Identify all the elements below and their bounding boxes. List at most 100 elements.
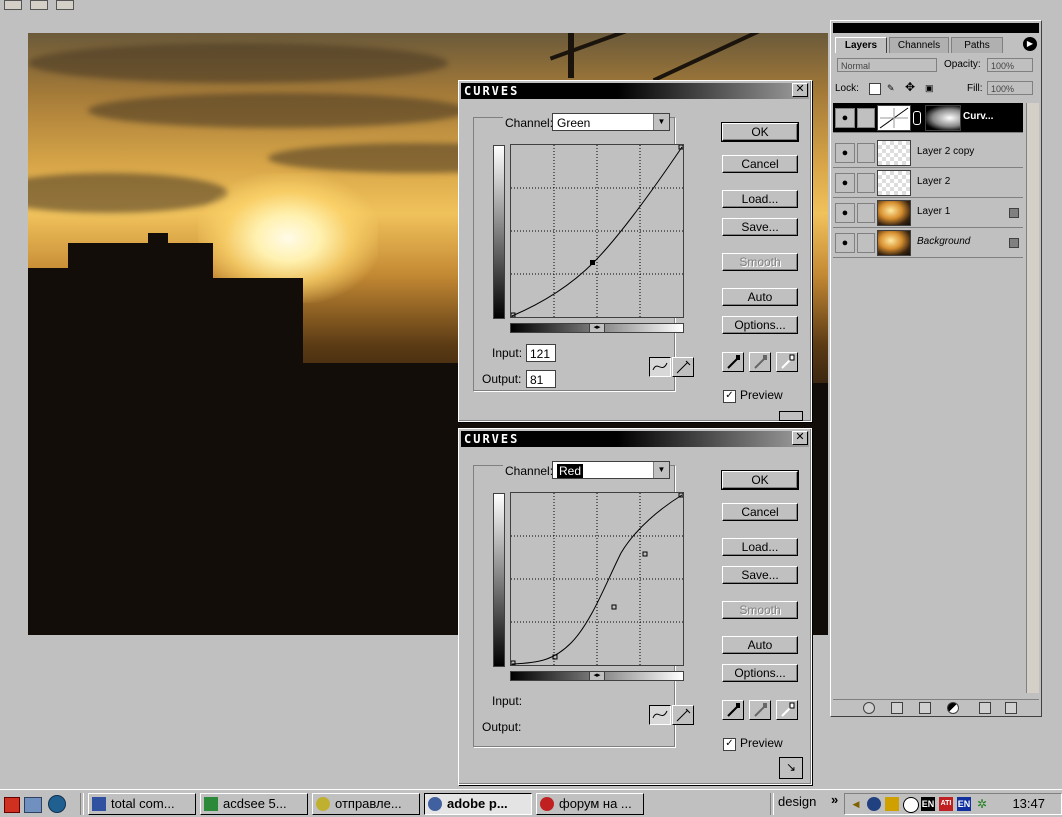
- layer-style-icon[interactable]: [863, 702, 875, 714]
- curve-tool-icon[interactable]: [649, 357, 671, 377]
- tray-app-icon[interactable]: [867, 797, 881, 811]
- new-layer-icon[interactable]: [979, 702, 991, 714]
- fill-field[interactable]: 100%: [987, 81, 1033, 95]
- eye-icon[interactable]: ●: [835, 143, 855, 163]
- chain-icon[interactable]: [913, 111, 921, 125]
- layer-row[interactable]: ● Background: [833, 228, 1023, 258]
- layer-row[interactable]: ● Layer 2 copy: [833, 138, 1023, 168]
- language-indicator[interactable]: EN: [921, 797, 935, 811]
- black-eyedropper-icon[interactable]: [722, 700, 744, 720]
- lock-move-icon[interactable]: ✥: [905, 81, 917, 93]
- channel-select[interactable]: Green ▼: [552, 113, 670, 131]
- pencil-tool-icon[interactable]: [672, 357, 694, 377]
- curve-svg: [510, 492, 684, 666]
- layers-scrollbar[interactable]: [1026, 103, 1039, 693]
- save-button[interactable]: Save...: [722, 566, 798, 584]
- trash-icon[interactable]: [1005, 702, 1017, 714]
- load-button[interactable]: Load...: [722, 190, 798, 208]
- window-icon[interactable]: [4, 0, 22, 10]
- mask-link-icon[interactable]: [857, 108, 875, 128]
- blend-mode-select[interactable]: Normal: [837, 58, 937, 72]
- gray-eyedropper-icon[interactable]: [749, 352, 771, 372]
- eye-icon[interactable]: ●: [835, 203, 855, 223]
- white-eyedropper-icon[interactable]: [776, 700, 798, 720]
- opacity-field[interactable]: 100%: [987, 58, 1033, 72]
- smooth-button[interactable]: Smooth: [722, 253, 798, 271]
- network-icon[interactable]: ✲: [975, 797, 989, 811]
- channel-select[interactable]: Red ▼: [552, 461, 670, 479]
- lock-all-icon[interactable]: ▣: [925, 83, 935, 93]
- add-mask-icon[interactable]: [891, 702, 903, 714]
- preview-checkbox[interactable]: ✓: [723, 390, 736, 403]
- new-set-icon[interactable]: [919, 702, 931, 714]
- tab-channels[interactable]: Channels: [889, 37, 949, 53]
- gradient-toggle-icon[interactable]: ◂▸: [589, 671, 605, 681]
- start-icon[interactable]: [4, 797, 20, 813]
- options-button[interactable]: Options...: [722, 664, 798, 682]
- gray-eyedropper-icon[interactable]: [749, 700, 771, 720]
- curve-graph[interactable]: [510, 144, 684, 318]
- lock-transparency-icon[interactable]: [869, 83, 881, 95]
- expand-icon[interactable]: [779, 411, 803, 421]
- output-field[interactable]: 81: [526, 370, 556, 388]
- toolbar-chevron-icon[interactable]: »: [831, 792, 838, 807]
- ok-button[interactable]: OK: [721, 122, 799, 142]
- brush-link-icon[interactable]: [857, 203, 875, 223]
- acdsee-icon: [204, 797, 218, 811]
- eye-icon[interactable]: ●: [835, 173, 855, 193]
- preview-checkbox[interactable]: ✓: [723, 738, 736, 751]
- palette-menu-icon[interactable]: ▶: [1023, 37, 1037, 51]
- layer-row[interactable]: ● Curv...: [833, 103, 1023, 133]
- brush-link-icon[interactable]: [857, 233, 875, 253]
- volume-icon[interactable]: ◀: [849, 797, 863, 811]
- close-button[interactable]: ✕: [792, 431, 808, 445]
- lock-paint-icon[interactable]: ✎: [887, 83, 897, 93]
- language-indicator[interactable]: EN: [957, 797, 971, 811]
- taskbar-item-acdsee[interactable]: acdsee 5...: [200, 793, 308, 815]
- clock[interactable]: 13:47: [1012, 796, 1045, 811]
- auto-button[interactable]: Auto: [722, 636, 798, 654]
- media-player-icon[interactable]: [48, 795, 66, 813]
- tray-app-icon[interactable]: [903, 797, 919, 813]
- close-button[interactable]: ✕: [792, 83, 808, 97]
- cancel-button[interactable]: Cancel: [722, 155, 798, 173]
- taskbar-item-photoshop[interactable]: adobe p...: [424, 793, 532, 815]
- white-eyedropper-icon[interactable]: [776, 352, 798, 372]
- input-field[interactable]: 121: [526, 344, 556, 362]
- gradient-toggle-icon[interactable]: ◂▸: [589, 323, 605, 333]
- tray-app-icon[interactable]: [885, 797, 899, 811]
- black-eyedropper-icon[interactable]: [722, 352, 744, 372]
- options-button[interactable]: Options...: [722, 316, 798, 334]
- layer-row[interactable]: ● Layer 2: [833, 168, 1023, 198]
- curve-graph[interactable]: [510, 492, 684, 666]
- expand-icon[interactable]: ↘: [779, 757, 803, 779]
- window-icon[interactable]: [56, 0, 74, 10]
- ati-icon[interactable]: ATI: [939, 797, 953, 811]
- cancel-button[interactable]: Cancel: [722, 503, 798, 521]
- eye-icon[interactable]: ●: [835, 108, 855, 128]
- taskbar-item-opera[interactable]: форум на ...: [536, 793, 644, 815]
- lock-icon: [1009, 238, 1019, 248]
- tab-layers[interactable]: Layers: [835, 37, 887, 53]
- tab-paths[interactable]: Paths: [951, 37, 1003, 53]
- window-icon[interactable]: [30, 0, 48, 10]
- brush-link-icon[interactable]: [857, 173, 875, 193]
- cloud: [28, 43, 448, 83]
- brush-link-icon[interactable]: [857, 143, 875, 163]
- ok-button[interactable]: OK: [721, 470, 799, 490]
- toolbar-label[interactable]: design: [778, 794, 816, 809]
- load-button[interactable]: Load...: [722, 538, 798, 556]
- taskbar-item-total-commander[interactable]: total com...: [88, 793, 196, 815]
- auto-button[interactable]: Auto: [722, 288, 798, 306]
- pencil-tool-icon[interactable]: [672, 705, 694, 725]
- curve-tool-icon[interactable]: [649, 705, 671, 725]
- taskbar-item-icq[interactable]: отправле...: [312, 793, 420, 815]
- adjustment-layer-icon[interactable]: [947, 702, 959, 714]
- eye-icon[interactable]: ●: [835, 233, 855, 253]
- save-button[interactable]: Save...: [722, 218, 798, 236]
- desktop-icon[interactable]: [24, 797, 42, 813]
- layer-row[interactable]: ● Layer 1: [833, 198, 1023, 228]
- smooth-button[interactable]: Smooth: [722, 601, 798, 619]
- palette-titlebar[interactable]: [833, 23, 1039, 33]
- layer-mask-thumb[interactable]: [925, 105, 961, 131]
